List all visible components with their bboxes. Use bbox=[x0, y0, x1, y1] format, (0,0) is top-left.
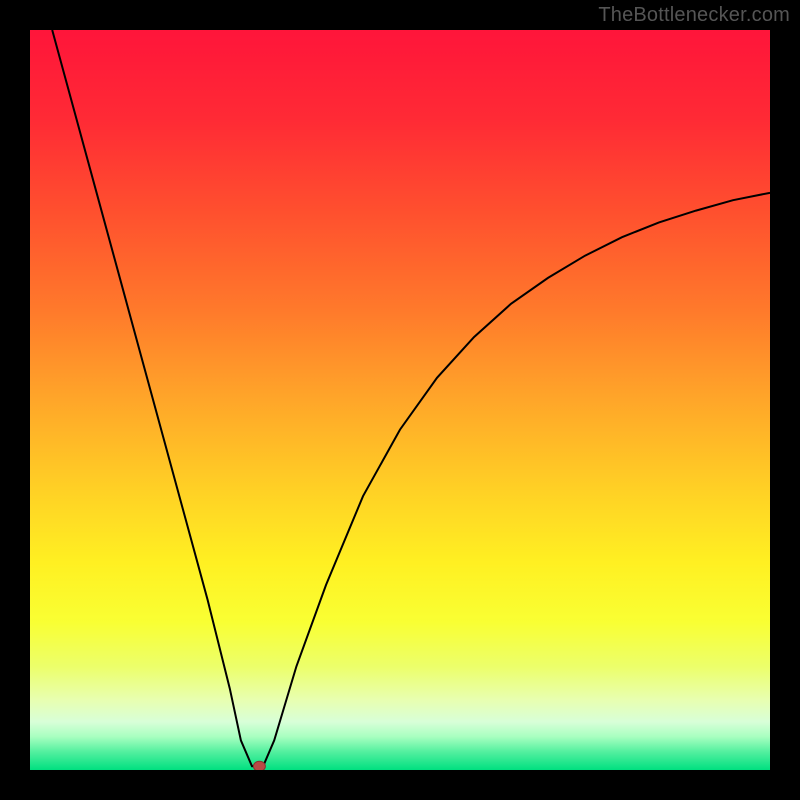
marker-dot bbox=[253, 761, 265, 770]
gradient-background bbox=[30, 30, 770, 770]
bottleneck-chart bbox=[30, 30, 770, 770]
chart-frame: TheBottlenecker.com bbox=[0, 0, 800, 800]
watermark-text: TheBottlenecker.com bbox=[598, 4, 790, 27]
plot-area bbox=[30, 30, 770, 770]
